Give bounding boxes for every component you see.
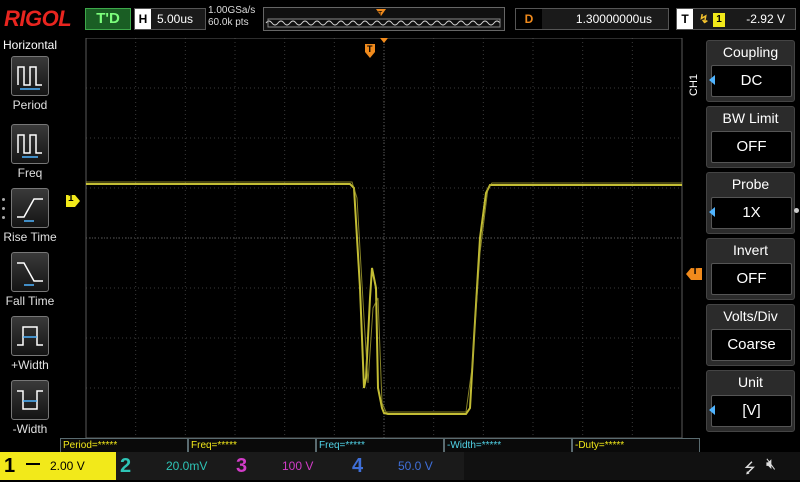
horizontal-scale: 5.00us — [157, 12, 194, 26]
menu-unit[interactable]: Unit [V] — [706, 370, 795, 432]
menu-coupling[interactable]: Coupling DC — [706, 40, 795, 102]
channel-tab[interactable]: CH1 — [686, 60, 702, 100]
channel-bar: 1 2.00 V 2 20.0mV 3 100 V 4 50.0 V ⭍ 🔇︎ — [0, 452, 800, 480]
menu-bw-limit[interactable]: BW Limit OFF — [706, 106, 795, 168]
horizontal-timebase[interactable]: H 5.00us — [134, 8, 206, 30]
memory-waveform-overview: T — [264, 8, 504, 30]
memory-overview[interactable]: T — [263, 7, 505, 31]
measure-label: Freq — [17, 166, 43, 180]
channel-number: 3 — [236, 455, 248, 477]
channel2-button[interactable]: 2 20.0mV — [116, 452, 232, 480]
measurement-freq-ch2[interactable]: Freq=***** — [316, 438, 444, 453]
menu-title: Coupling — [722, 44, 779, 60]
delay-tag: D — [516, 9, 542, 29]
channel-number: 2 — [120, 455, 132, 477]
menu-value: OFF — [711, 263, 792, 295]
measure-sidebar: Horizontal Period Freq Rise Time Fall Ti… — [0, 38, 60, 448]
menu-title: Invert — [732, 242, 768, 258]
measure-label: +Width — [11, 358, 49, 372]
negative-width-icon — [11, 380, 49, 420]
channel-scale: 100 V — [282, 459, 314, 473]
rise-time-icon — [11, 188, 49, 228]
dc-coupling-icon — [26, 463, 40, 465]
waveform-grid: T — [85, 37, 683, 439]
falling-edge-icon: ↯ — [699, 12, 710, 26]
usb-icon: ⭍ — [744, 460, 756, 476]
waveform-display[interactable]: T — [60, 37, 684, 439]
measurement-neg-duty[interactable]: -Duty=***** — [572, 438, 700, 453]
measurement-freq[interactable]: Freq=***** — [188, 438, 316, 453]
menu-value: [V] — [711, 395, 792, 427]
measure-freq-button[interactable]: Freq — [0, 124, 60, 180]
period-icon — [11, 56, 49, 96]
channel-scale: 2.00 V — [50, 459, 85, 473]
sidebar-title: Horizontal — [2, 38, 58, 52]
channel-number: 4 — [352, 455, 364, 477]
trigger-level-label: T — [692, 266, 699, 277]
measurement-neg-width[interactable]: -Width=***** — [444, 438, 572, 453]
measure-fall-time-button[interactable]: Fall Time — [0, 252, 60, 308]
channel1-marker-label: 1 — [68, 193, 74, 204]
menu-value: Coarse — [711, 329, 792, 361]
trigger-level-marker[interactable]: T — [686, 266, 702, 280]
measure-label: Rise Time — [3, 230, 57, 244]
menu-value: 1X — [711, 197, 792, 229]
measure-period-button[interactable]: Period — [0, 56, 60, 112]
measure-label: Fall Time — [5, 294, 55, 308]
menu-title: Unit — [738, 374, 763, 390]
brand-logo: RIGOL — [4, 6, 72, 31]
measurement-period[interactable]: Period=***** — [60, 438, 188, 453]
status-bar: RIGOL T'D H 5.00us 1.00GSa/s 60.0k pts T … — [0, 0, 800, 36]
freq-icon — [11, 124, 49, 164]
measure-negative-width-button[interactable]: -Width — [0, 380, 60, 436]
speaker-muted-icon[interactable]: 🔇︎ — [766, 456, 776, 474]
horizontal-tag: H — [135, 9, 151, 29]
measure-positive-width-button[interactable]: +Width — [0, 316, 60, 372]
menu-title: Volts/Div — [723, 308, 778, 324]
delay-value: 1.30000000us — [575, 12, 652, 26]
trigger-status-badge[interactable]: T'D — [85, 8, 131, 30]
left-arrow-icon — [709, 207, 715, 217]
measure-label: -Width — [12, 422, 48, 436]
acquisition-info: 1.00GSa/s 60.0k pts — [208, 5, 255, 29]
channel-number: 1 — [4, 455, 16, 477]
left-arrow-icon — [709, 75, 715, 85]
menu-page-dot — [794, 208, 799, 213]
menu-title: BW Limit — [722, 110, 779, 126]
trigger-tag: T — [677, 9, 693, 29]
memory-depth: 60.0k pts — [208, 17, 249, 28]
trigger-position-label: T — [367, 44, 373, 54]
menu-volts-div[interactable]: Volts/Div Coarse — [706, 304, 795, 366]
positive-width-icon — [11, 316, 49, 356]
left-arrow-icon — [709, 405, 715, 415]
measurement-bar: Period=***** Freq=***** Freq=***** -Widt… — [60, 438, 700, 453]
sample-rate: 1.00GSa/s — [208, 5, 256, 16]
menu-invert[interactable]: Invert OFF — [706, 238, 795, 300]
menu-value: OFF — [711, 131, 792, 163]
menu-value: DC — [711, 65, 792, 97]
trigger-channel: 1 — [713, 12, 726, 27]
fall-time-icon — [11, 252, 49, 292]
menu-probe[interactable]: Probe 1X — [706, 172, 795, 234]
sidebar-page-dots — [2, 198, 6, 219]
channel1-offset-marker[interactable]: 1 — [66, 193, 80, 207]
channel1-button[interactable]: 1 2.00 V — [0, 452, 116, 480]
trigger-level: -2.92 V — [746, 12, 785, 26]
delay-indicator[interactable]: D 1.30000000us — [515, 8, 669, 30]
memory-trigger-marker: T — [378, 11, 383, 18]
channel-scale: 20.0mV — [166, 459, 208, 473]
channel3-button[interactable]: 3 100 V — [232, 452, 348, 480]
channel-tab-label: CH1 — [688, 73, 700, 96]
measure-rise-time-button[interactable]: Rise Time — [0, 188, 60, 244]
measure-label: Period — [12, 98, 48, 112]
menu-title: Probe — [731, 176, 770, 192]
channel-scale: 50.0 V — [398, 459, 433, 473]
trigger-settings[interactable]: T ↯ 1 -2.92 V — [676, 8, 796, 30]
channel4-button[interactable]: 4 50.0 V — [348, 452, 464, 480]
